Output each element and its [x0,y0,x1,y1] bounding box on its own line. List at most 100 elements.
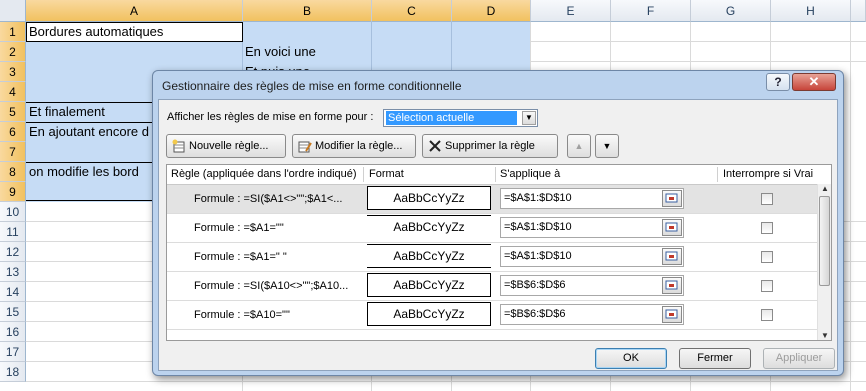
arrow-up-icon: ▲ [574,141,584,151]
cell-a8[interactable]: on modifie les bord [29,163,139,181]
rules-scrollbar[interactable]: ▲ ▼ [817,184,831,340]
cell-b2[interactable]: En voici une [245,43,316,61]
column-header-d[interactable]: D [452,0,531,22]
conditional-formatting-dialog: Gestionnaire des règles de mise en forme… [152,70,844,376]
applies-to-value: =$B$6:$D$6 [504,279,566,291]
help-button[interactable]: ? [766,73,790,91]
new-rule-label: Nouvelle règle... [189,140,269,152]
applies-to-value: =$A$1:$D$10 [504,192,572,204]
rule-formula: Formule : =SI($A10<>"";$A10... [194,280,349,292]
column-header-g[interactable]: G [691,0,771,22]
header-rule[interactable]: Règle (appliquée dans l'ordre indiqué) [171,168,357,180]
column-header-b[interactable]: B [243,0,372,22]
apply-button[interactable]: Appliquer [763,348,835,369]
rule-row[interactable]: Formule : =$A1=" " AaBbCcYyZz =$A$1:$D$1… [167,243,817,272]
ok-button[interactable]: OK [595,348,667,369]
delete-rule-button[interactable]: Supprimer la règle [422,134,558,158]
arrow-down-icon: ▼ [602,141,612,151]
rule-formula: Formule : =$A1="" [194,222,284,234]
applies-to-input[interactable]: =$A$1:$D$10 [500,246,684,267]
applies-to-input[interactable]: =$A$1:$D$10 [500,217,684,238]
row-header[interactable]: 3 [0,62,26,82]
column-header-i[interactable] [851,0,866,22]
row-header[interactable]: 8 [0,162,26,182]
chevron-down-icon[interactable]: ▼ [522,111,536,125]
show-rules-select[interactable]: Sélection actuelle ▼ [383,109,538,127]
close-icon[interactable]: ✕ [792,73,836,91]
scroll-up-icon[interactable]: ▲ [819,184,831,193]
scroll-down-icon[interactable]: ▼ [819,331,831,340]
select-all-corner[interactable] [0,0,26,22]
row-header[interactable]: 12 [0,242,26,262]
format-preview: AaBbCcYyZz [367,302,491,326]
applies-to-value: =$A$1:$D$10 [504,250,572,262]
stop-if-true-checkbox[interactable] [761,251,773,263]
scroll-thumb[interactable] [819,196,830,286]
edit-rule-button[interactable]: Modifier la règle... [292,134,416,158]
cell-a6[interactable]: En ajoutant encore d [29,123,149,141]
range-select-icon[interactable] [662,277,682,294]
applies-to-input[interactable]: =$B$6:$D$6 [500,304,684,325]
row-header[interactable]: 6 [0,122,26,142]
column-header-h[interactable]: H [771,0,851,22]
range-select-icon[interactable] [662,248,682,265]
applies-to-input[interactable]: =$B$6:$D$6 [500,275,684,296]
row-header[interactable]: 4 [0,82,26,102]
rules-grid: Règle (appliquée dans l'ordre indiqué) F… [166,164,832,341]
row-header[interactable]: 15 [0,302,26,322]
column-header-f[interactable]: F [611,0,691,22]
stop-if-true-checkbox[interactable] [761,280,773,292]
rule-row[interactable]: Formule : =$A10="" AaBbCcYyZz =$B$6:$D$6 [167,301,817,330]
close-button[interactable]: Fermer [679,348,751,369]
delete-icon [429,140,441,152]
row-header[interactable]: 17 [0,342,26,362]
gridline [531,61,866,62]
delete-rule-label: Supprimer la règle [445,140,535,152]
dialog-titlebar[interactable]: Gestionnaire des règles de mise en forme… [153,71,843,99]
stop-if-true-checkbox[interactable] [761,222,773,234]
cell-a5[interactable]: Et finalement [29,103,105,121]
row-header[interactable]: 14 [0,282,26,302]
cell-a1[interactable]: Bordures automatiques [29,23,163,41]
row-header[interactable]: 5 [0,102,26,122]
header-format[interactable]: Format [369,168,404,180]
row-header[interactable]: 2 [0,42,26,62]
dialog-body: Afficher les règles de mise en forme pou… [158,99,838,371]
range-select-icon[interactable] [662,190,682,207]
column-header-e[interactable]: E [531,0,611,22]
range-select-icon[interactable] [662,306,682,323]
rule-formula: Formule : =$A10="" [194,309,290,321]
applies-to-value: =$B$6:$D$6 [504,308,566,320]
format-preview: AaBbCcYyZz [367,215,491,239]
row-header[interactable]: 1 [0,22,26,42]
stop-if-true-checkbox[interactable] [761,193,773,205]
move-up-button[interactable]: ▲ [567,134,591,158]
column-header-a[interactable]: A [26,0,243,22]
rule-row[interactable]: Formule : =$A1="" AaBbCcYyZz =$A$1:$D$10 [167,214,817,243]
range-select-icon[interactable] [662,219,682,236]
row-header[interactable]: 11 [0,222,26,242]
edit-rule-icon [298,141,312,153]
stop-if-true-checkbox[interactable] [761,309,773,321]
row-header[interactable]: 9 [0,182,26,202]
rule-row[interactable]: Formule : =SI($A10<>"";$A10... AaBbCcYyZ… [167,272,817,301]
new-rule-button[interactable]: Nouvelle règle... [166,134,286,158]
format-preview: AaBbCcYyZz [367,273,491,297]
gridline [850,22,851,391]
header-applies-to[interactable]: S'applique à [500,168,560,180]
show-rules-value: Sélection actuelle [386,111,517,125]
column-header-c[interactable]: C [372,0,452,22]
move-down-button[interactable]: ▼ [595,134,619,158]
rule-formula: Formule : =$A1=" " [194,251,287,263]
edit-rule-label: Modifier la règle... [315,140,403,152]
rule-formula: Formule : =SI($A1<>"";$A1<... [194,193,343,205]
header-stop-if-true[interactable]: Interrompre si Vrai [723,168,813,180]
row-header[interactable]: 16 [0,322,26,342]
format-preview: AaBbCcYyZz [367,186,491,210]
row-header[interactable]: 10 [0,202,26,222]
applies-to-input[interactable]: =$A$1:$D$10 [500,188,684,209]
row-header[interactable]: 18 [0,362,26,382]
row-header[interactable]: 7 [0,142,26,162]
rule-row[interactable]: Formule : =SI($A1<>"";$A1<... AaBbCcYyZz… [167,185,817,214]
row-header[interactable]: 13 [0,262,26,282]
